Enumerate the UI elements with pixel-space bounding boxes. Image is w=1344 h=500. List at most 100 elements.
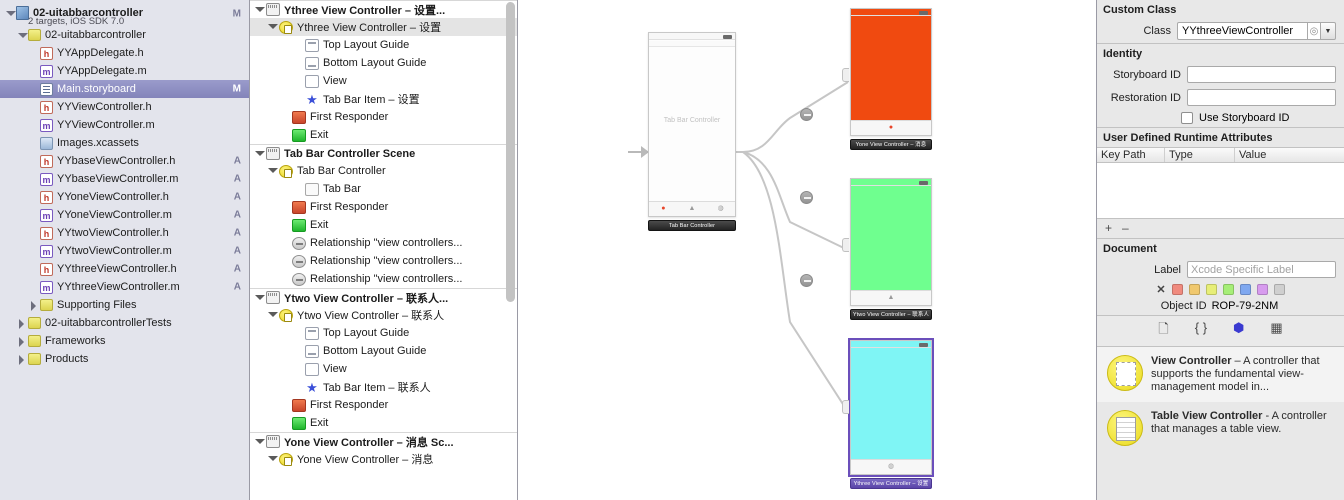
outline-row[interactable]: Exit (250, 126, 517, 144)
scene-tab-bar-controller[interactable]: Tab Bar Controller ● ▲ ◍ Tab Bar Control… (648, 32, 736, 231)
file-row-frameworks[interactable]: Frameworks (0, 332, 249, 350)
library-item-2[interactable]: Table View Controller - A controller tha… (1097, 402, 1344, 454)
tab-item[interactable]: ◍ (885, 463, 897, 471)
chevron-down-icon[interactable] (16, 30, 28, 41)
outline-row[interactable]: Exit (250, 216, 517, 234)
scene-1[interactable]: ● Yone View Controller – 消息 (842, 8, 932, 150)
outline-row[interactable]: Exit (250, 414, 517, 432)
chevron-right-icon[interactable] (16, 336, 27, 347)
scene-2[interactable]: ▲ Ytwo View Controller – 联系人 (842, 178, 932, 320)
file-row-yybaseviewcontroller-m[interactable]: m YYbaseViewController.m A (0, 170, 249, 188)
swatch-gray[interactable] (1273, 284, 1285, 295)
outline-row[interactable]: Tab Bar (250, 180, 517, 198)
code-snippet-icon[interactable]: { } (1195, 320, 1207, 342)
tab-item-2[interactable]: ◍ (715, 205, 727, 213)
outline-scene-row[interactable]: Ythree View Controller – 设置... (250, 0, 517, 18)
class-clear-icon[interactable]: ◎ (1308, 22, 1320, 40)
file-row-images-xcassets[interactable]: Images.xcassets (0, 134, 249, 152)
file-row-02-uitabbarcontrollertests[interactable]: 02-uitabbarcontrollerTests (0, 314, 249, 332)
storyboard-id-input[interactable] (1187, 66, 1336, 83)
outline-scrollbar[interactable] (506, 2, 515, 498)
chevron-right-icon[interactable] (28, 300, 39, 311)
project-file-list[interactable]: 02-uitabbarcontroller h YYAppDelegate.h m YY… (0, 26, 249, 368)
scene-title-3[interactable]: Ythree View Controller – 设置 (850, 478, 932, 489)
scene-side-handle[interactable] (842, 400, 849, 414)
project-root-row[interactable]: 02-uitabbarcontroller 2 targets, iOS SDK… (0, 0, 249, 27)
outline-row[interactable]: Bottom Layout Guide (250, 54, 517, 72)
outline-row[interactable]: Bottom Layout Guide (250, 342, 517, 360)
library-tab-bar[interactable]: 🗋 { } ⬢ ▦ (1097, 315, 1344, 347)
swatch-yellow[interactable] (1205, 284, 1217, 295)
outline-row[interactable]: First Responder (250, 396, 517, 414)
scene-content-view[interactable] (851, 16, 931, 120)
outline-scene-row[interactable]: Yone View Controller – 消息 Sc... (250, 432, 517, 450)
document-label-row[interactable]: Label Xcode Specific Label (1097, 258, 1344, 281)
chevron-down-icon[interactable] (267, 309, 279, 321)
scene-content-view[interactable] (851, 348, 931, 459)
scene-device-1[interactable]: ● (850, 8, 932, 136)
no-color-icon[interactable]: ✕ (1156, 283, 1165, 296)
relationship-node[interactable] (800, 108, 813, 121)
file-row-yytwoviewcontroller-h[interactable]: h YYtwoViewController.h A (0, 224, 249, 242)
remove-attribute-button[interactable]: – (1122, 221, 1129, 235)
swatch-blue[interactable] (1239, 284, 1251, 295)
label-color-swatches[interactable]: ✕ (1097, 281, 1344, 300)
storyboard-canvas[interactable]: Tab Bar Controller ● ▲ ◍ Tab Bar Control… (518, 0, 1096, 500)
chevron-down-icon[interactable] (254, 292, 266, 304)
outline-scene-row[interactable]: Tab Bar Controller Scene (250, 144, 517, 162)
project-navigator[interactable]: 02-uitabbarcontroller 2 targets, iOS SDK… (0, 0, 250, 500)
scene-title-tab-bar-controller[interactable]: Tab Bar Controller (648, 220, 736, 231)
identity-inspector[interactable]: Custom Class Class YYthreeViewController… (1096, 0, 1344, 500)
library-item-1[interactable]: View Controller – A controller that supp… (1097, 347, 1344, 402)
tab-bar[interactable]: ● ▲ ◍ (649, 201, 735, 216)
storyboard-id-row[interactable]: Storyboard ID (1097, 63, 1344, 86)
outline-row[interactable]: ★ Tab Bar Item – 联系人 (250, 378, 517, 396)
chevron-right-icon[interactable] (16, 354, 27, 365)
chevron-down-icon[interactable] (254, 148, 266, 160)
chevron-down-icon[interactable] (254, 436, 266, 448)
outline-row[interactable]: ★ Tab Bar Item – 设置 (250, 90, 517, 108)
file-row-yythreeviewcontroller-h[interactable]: h YYthreeViewController.h A (0, 260, 249, 278)
runtime-attributes-toolbar[interactable]: + – (1097, 219, 1344, 238)
scene-title-1[interactable]: Yone View Controller – 消息 (850, 139, 932, 150)
runtime-attributes-table[interactable] (1097, 163, 1344, 219)
outline-row[interactable]: Top Layout Guide (250, 324, 517, 342)
chevron-down-icon[interactable] (267, 21, 279, 33)
tab-item[interactable]: ▲ (885, 294, 897, 302)
use-storyboard-id-row[interactable]: Use Storyboard ID (1097, 109, 1344, 127)
file-row-yyappdelegate-m[interactable]: m YYAppDelegate.m (0, 62, 249, 80)
tab-bar[interactable]: ● (851, 120, 931, 135)
file-row-yybaseviewcontroller-h[interactable]: h YYbaseViewController.h A (0, 152, 249, 170)
outline-row[interactable]: Relationship "view controllers... (250, 234, 517, 252)
scene-side-handle[interactable] (842, 238, 849, 252)
file-row-yyoneviewcontroller-h[interactable]: h YYoneViewController.h A (0, 188, 249, 206)
document-label-input[interactable]: Xcode Specific Label (1187, 261, 1336, 278)
chevron-down-icon[interactable] (267, 165, 279, 177)
scene-title-2[interactable]: Ytwo View Controller – 联系人 (850, 309, 932, 320)
scene-device-3[interactable]: ◍ (848, 338, 934, 477)
document-outline[interactable]: Ythree View Controller – 设置... Ythree Vie… (250, 0, 518, 500)
outline-row[interactable]: First Responder (250, 108, 517, 126)
file-row-yyviewcontroller-m[interactable]: m YYViewController.m (0, 116, 249, 134)
scene-side-handle[interactable] (842, 68, 849, 82)
outline-row[interactable]: Yone View Controller – 消息 (250, 450, 517, 468)
use-storyboard-id-checkbox[interactable] (1181, 112, 1193, 124)
relationship-node[interactable] (800, 191, 813, 204)
outline-row[interactable]: Relationship "view controllers... (250, 270, 517, 288)
swatch-orange[interactable] (1188, 284, 1200, 295)
scene-content-view[interactable] (851, 186, 931, 290)
file-row-yytwoviewcontroller-m[interactable]: m YYtwoViewController.m A (0, 242, 249, 260)
outline-row[interactable]: Relationship "view controllers... (250, 252, 517, 270)
file-row-yyviewcontroller-h[interactable]: h YYViewController.h (0, 98, 249, 116)
swatch-red[interactable] (1171, 284, 1183, 295)
outline-row[interactable]: Ytwo View Controller – 联系人 (250, 306, 517, 324)
media-library-icon[interactable]: ▦ (1270, 320, 1282, 342)
file-row-supporting-files[interactable]: Supporting Files (0, 296, 249, 314)
chevron-down-icon[interactable] (4, 8, 16, 19)
chevron-down-icon[interactable]: ▼ (1320, 22, 1336, 40)
chevron-right-icon[interactable] (16, 318, 27, 329)
outline-scene-row[interactable]: Ytwo View Controller – 联系人... (250, 288, 517, 306)
class-combo[interactable]: YYthreeViewController ◎ ▼ (1177, 22, 1336, 40)
outline-row[interactable]: Tab Bar Controller (250, 162, 517, 180)
scene-device-2[interactable]: ▲ (850, 178, 932, 306)
